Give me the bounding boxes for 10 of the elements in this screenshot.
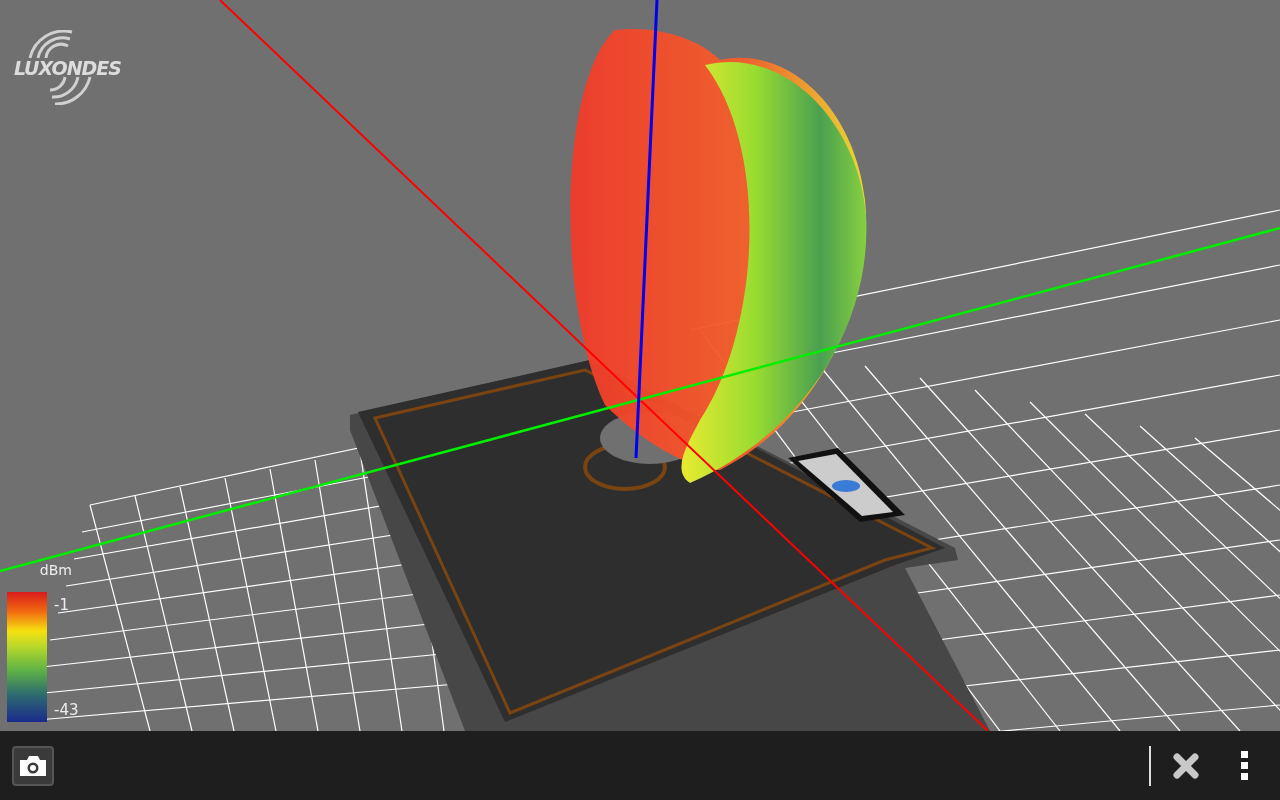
- overflow-menu-button[interactable]: [1239, 748, 1251, 783]
- legend-unit: dBm: [39, 562, 72, 578]
- legend-min-label: -43: [54, 701, 79, 719]
- logo-text: LUXONDES: [14, 56, 121, 79]
- camera-icon: [18, 754, 48, 777]
- close-button[interactable]: [1171, 750, 1201, 781]
- camera-button[interactable]: [12, 745, 54, 786]
- legend-max-label: -1: [54, 596, 69, 614]
- close-icon: [1173, 752, 1199, 779]
- more-icon: [1241, 750, 1249, 781]
